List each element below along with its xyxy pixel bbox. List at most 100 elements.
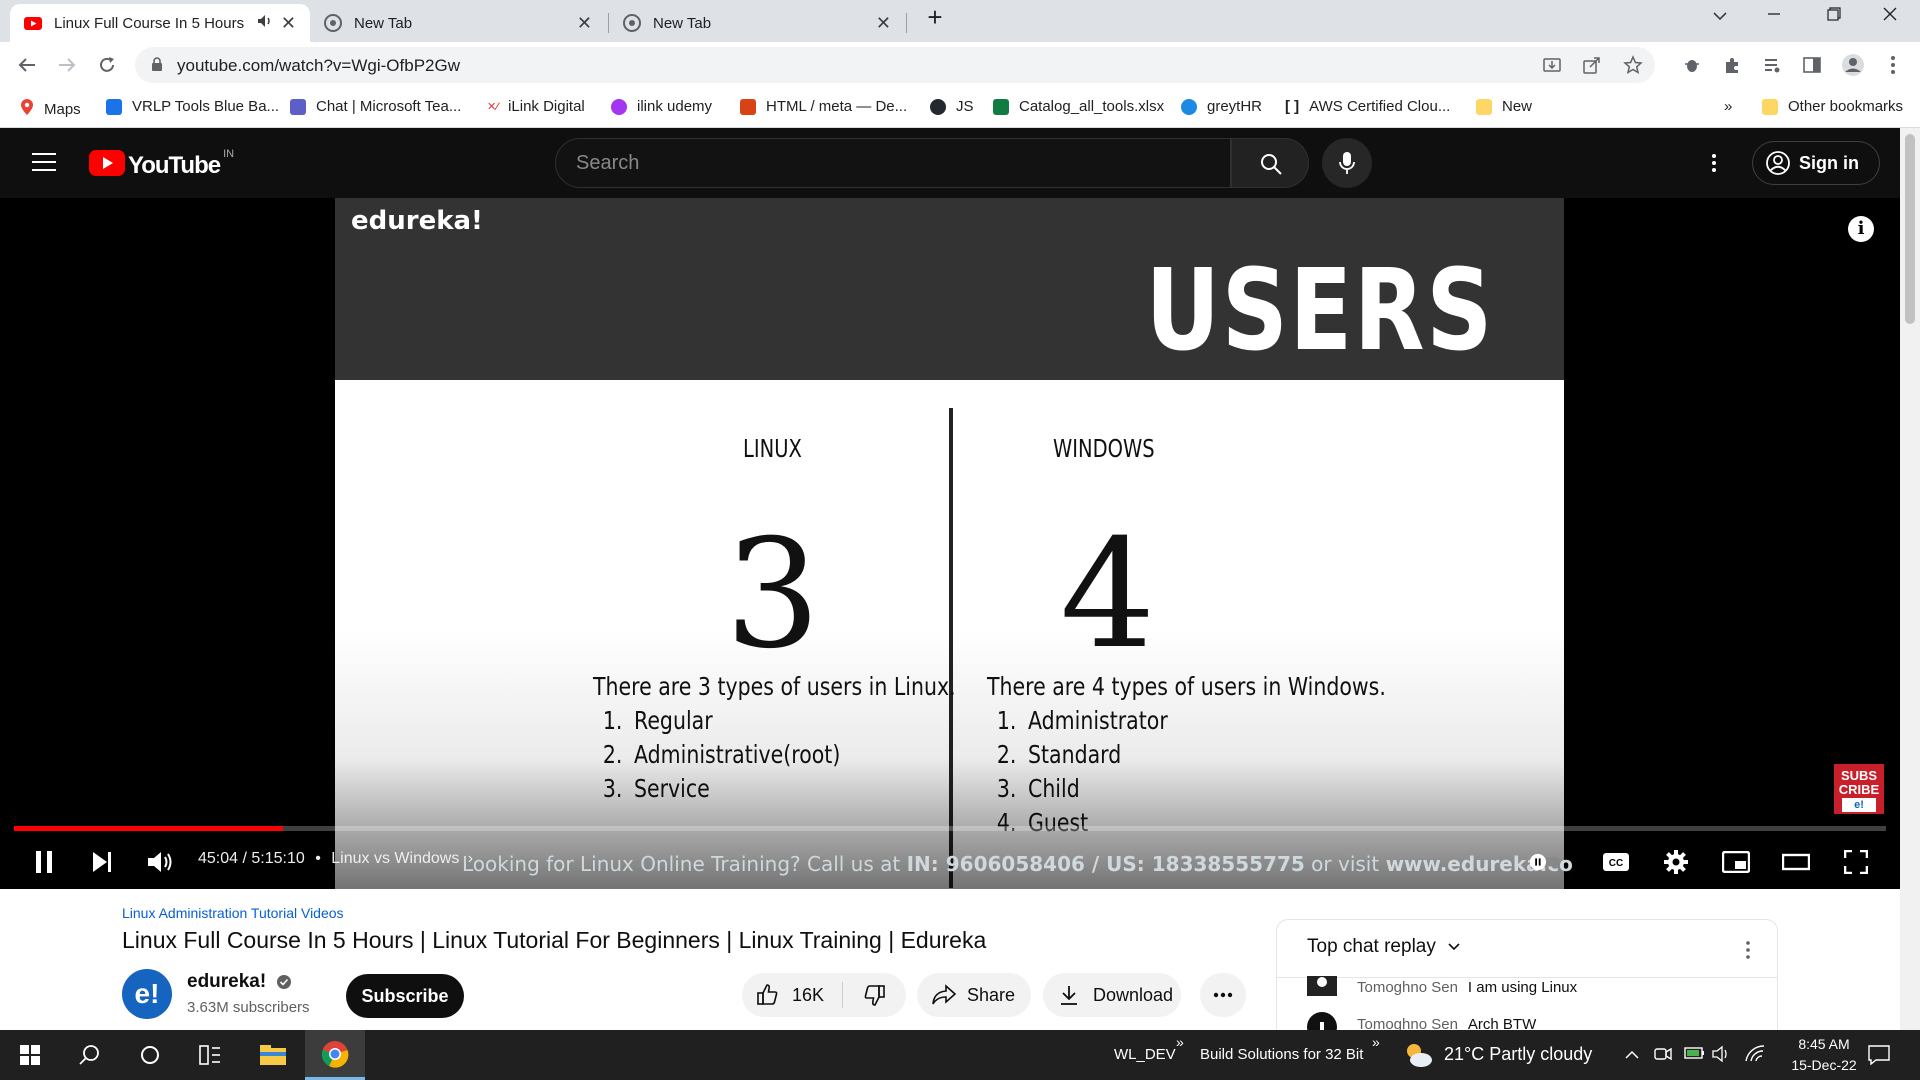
new-tab-button[interactable]: +	[915, 2, 955, 33]
captions-button[interactable]: CC	[1598, 844, 1634, 880]
cortana-icon[interactable]	[120, 1030, 180, 1080]
tab-new-tab-1[interactable]: New Tab ✕	[310, 4, 606, 42]
tab-close-icon[interactable]: ✕	[876, 13, 891, 34]
tab-close-icon[interactable]: ✕	[577, 13, 592, 34]
chat-author[interactable]: Tomoghno Sen	[1357, 979, 1458, 996]
chat-menu-kebab-icon[interactable]	[1745, 940, 1751, 965]
scrollbar-thumb[interactable]	[1905, 134, 1915, 324]
side-panel-icon[interactable]	[1797, 50, 1827, 80]
vrlp-icon	[106, 98, 122, 115]
slide-heading: USERS	[1145, 246, 1494, 376]
bookmark-maps[interactable]: Maps	[20, 98, 81, 120]
toolbar-chevron-icon[interactable]: »	[1176, 1034, 1184, 1050]
extensions-puzzle-icon[interactable]	[1717, 50, 1747, 80]
close-window-icon[interactable]	[1870, 4, 1910, 27]
settings-kebab-icon[interactable]	[1711, 153, 1717, 178]
youtube-header: YouTube IN Sign in	[0, 128, 1900, 198]
download-button[interactable]: Download	[1043, 973, 1181, 1017]
url-text[interactable]: youtube.com/watch?v=Wgi-OfbP2Gw	[177, 56, 460, 76]
battery-charging-icon[interactable]	[1684, 1045, 1706, 1066]
toolbar-chevron-icon[interactable]: »	[1372, 1034, 1380, 1050]
extension-bug-icon[interactable]	[1677, 50, 1707, 80]
taskbar-search-icon[interactable]	[60, 1030, 120, 1080]
subscribe-watermark[interactable]: SUBS CRIBE e!	[1834, 764, 1884, 814]
playlist-link[interactable]: Linux Administration Tutorial Videos	[122, 905, 344, 921]
chat-mode-dropdown[interactable]: Top chat replay	[1307, 936, 1461, 958]
page-scrollbar[interactable]	[1900, 128, 1920, 1030]
settings-button[interactable]	[1658, 844, 1694, 880]
tray-chevron-up-icon[interactable]	[1624, 1047, 1640, 1065]
autoplay-toggle[interactable]	[1528, 844, 1564, 880]
pause-button[interactable]	[26, 844, 62, 880]
install-app-icon[interactable]	[1543, 56, 1561, 79]
forward-icon[interactable]	[52, 50, 82, 80]
profile-avatar-icon[interactable]	[1838, 50, 1868, 80]
share-button[interactable]: Share	[917, 973, 1031, 1017]
address-bar[interactable]: youtube.com/watch?v=Wgi-OfbP2Gw	[135, 47, 1655, 83]
bookmarks-overflow-chevron-icon[interactable]: »	[1724, 98, 1732, 115]
channel-avatar[interactable]: e!	[122, 969, 172, 1019]
share-page-icon[interactable]	[1583, 56, 1601, 79]
channel-name-row[interactable]: edureka!	[187, 971, 292, 993]
file-explorer-icon[interactable]	[243, 1030, 303, 1080]
volume-button[interactable]	[142, 844, 178, 880]
bookmark-ilink-digital[interactable]: ✕⁄ iLink Digital	[487, 98, 585, 115]
progress-bar[interactable]	[14, 826, 1886, 831]
reload-icon[interactable]	[92, 50, 122, 80]
search-box[interactable]	[555, 138, 1231, 188]
tab-search-chevron-icon[interactable]	[1700, 4, 1740, 27]
channel-name[interactable]: edureka!	[187, 971, 266, 992]
clock-date[interactable]: 15-Dec-22	[1784, 1057, 1864, 1073]
chapter-title[interactable]: Linux vs Windows	[331, 850, 459, 867]
bookmark-catalog-xlsx[interactable]: Catalog_all_tools.xlsx	[993, 98, 1164, 115]
tab-new-tab-2[interactable]: New Tab ✕	[609, 4, 905, 42]
sign-in-button[interactable]: Sign in	[1752, 141, 1880, 185]
minimize-icon[interactable]	[1754, 4, 1794, 27]
youtube-logo[interactable]: YouTube IN	[89, 148, 234, 181]
chrome-taskbar-icon[interactable]	[305, 1030, 365, 1080]
bookmark-ilink-udemy[interactable]: ilink udemy	[611, 98, 712, 115]
bookmark-folder-new[interactable]: New	[1476, 98, 1532, 115]
search-button[interactable]	[1231, 138, 1309, 188]
next-button[interactable]	[84, 844, 120, 880]
miniplayer-button[interactable]	[1718, 844, 1754, 880]
chrome-menu-icon[interactable]	[1878, 50, 1908, 80]
bookmark-mdn[interactable]: HTML / meta — De...	[740, 98, 907, 115]
video-player[interactable]: edureka! USERS LINUX 3 There are 3 types…	[0, 198, 1900, 889]
windows-start-icon[interactable]	[0, 1030, 60, 1080]
bookmark-aws[interactable]: [ ] AWS Certified Clou...	[1285, 98, 1450, 115]
speaker-volume-icon[interactable]	[1712, 1045, 1732, 1068]
taskbar-toolbar-build[interactable]: Build Solutions for 32 Bit	[1200, 1046, 1363, 1063]
hamburger-menu-icon[interactable]	[32, 152, 56, 177]
weather-partly-cloudy-icon[interactable]	[1402, 1041, 1434, 1074]
tab-audio-icon[interactable]	[257, 14, 273, 32]
weather-text[interactable]: 21°C Partly cloudy	[1444, 1044, 1592, 1065]
like-button[interactable]: 16K	[742, 973, 842, 1017]
info-icon[interactable]: i	[1848, 216, 1874, 242]
notification-center-icon[interactable]	[1868, 1045, 1890, 1070]
clock-time[interactable]: 8:45 AM	[1784, 1036, 1864, 1052]
dislike-button[interactable]	[843, 973, 905, 1017]
lock-icon[interactable]	[151, 57, 163, 77]
back-icon[interactable]	[12, 50, 42, 80]
subscribe-button[interactable]: Subscribe	[346, 974, 464, 1018]
bookmark-greythr[interactable]: greytHR	[1181, 98, 1262, 115]
tab-close-icon[interactable]: ✕	[281, 13, 296, 34]
media-queue-icon[interactable]	[1757, 50, 1787, 80]
bookmark-star-icon[interactable]	[1623, 55, 1643, 80]
tab-youtube-video[interactable]: Linux Full Course In 5 Hours ✕	[10, 4, 310, 42]
meet-now-icon[interactable]	[1654, 1045, 1672, 1068]
bookmark-vrlp[interactable]: VRLP Tools Blue Ba...	[106, 98, 279, 115]
restore-icon[interactable]	[1814, 4, 1854, 27]
bookmark-js[interactable]: JS	[930, 98, 974, 115]
wifi-icon[interactable]	[1744, 1044, 1766, 1067]
fullscreen-button[interactable]	[1838, 844, 1874, 880]
theater-mode-button[interactable]	[1778, 844, 1814, 880]
other-bookmarks[interactable]: Other bookmarks	[1762, 98, 1903, 115]
more-actions-button[interactable]	[1200, 973, 1246, 1017]
bookmark-teams[interactable]: Chat | Microsoft Tea...	[290, 98, 461, 115]
task-view-icon[interactable]	[180, 1030, 240, 1080]
search-input[interactable]	[576, 152, 1176, 175]
voice-search-button[interactable]	[1322, 138, 1372, 188]
taskbar-toolbar-wl-dev[interactable]: WL_DEV	[1114, 1046, 1176, 1063]
